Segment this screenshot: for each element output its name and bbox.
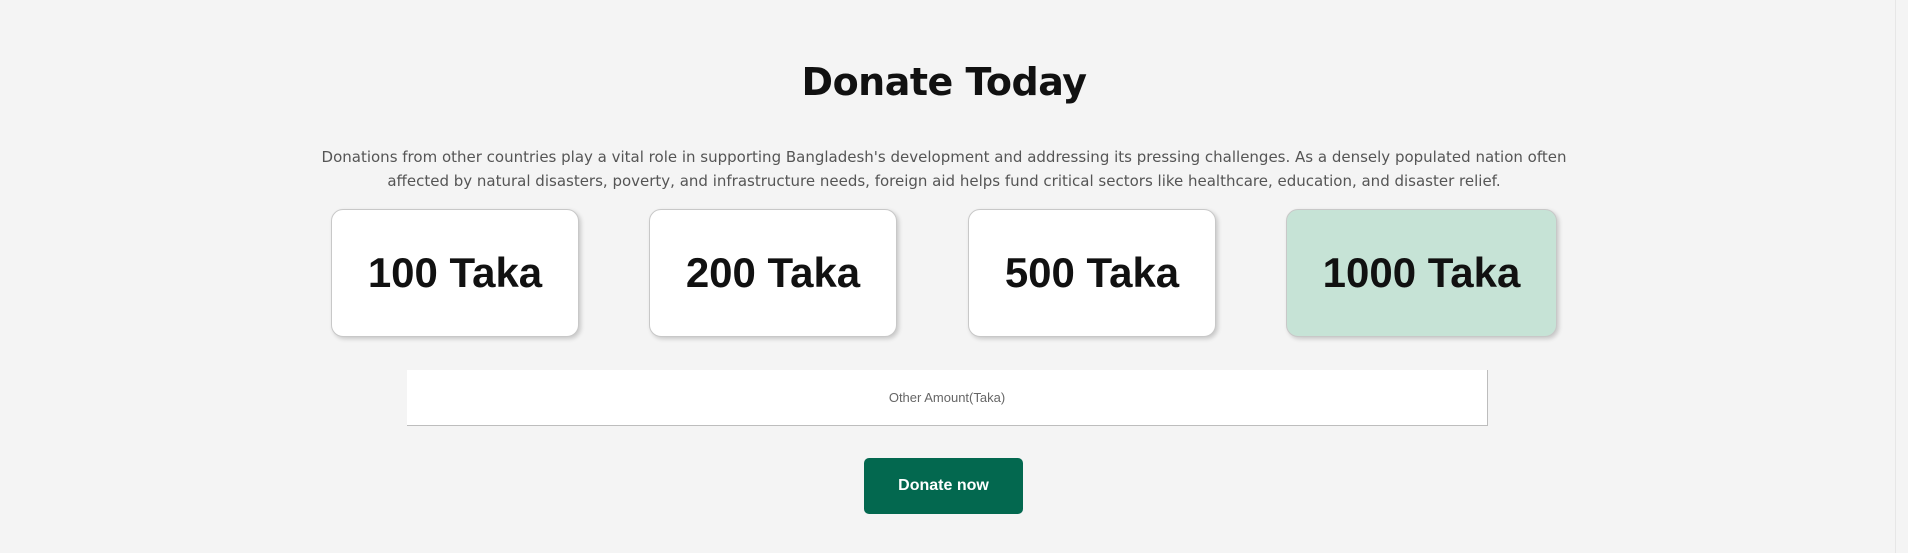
section-title: Donate Today <box>801 60 1087 104</box>
amount-option-1000[interactable]: 1000 Taka <box>1286 209 1557 337</box>
donate-now-button[interactable]: Donate now <box>864 458 1023 514</box>
amount-option-100[interactable]: 100 Taka <box>331 209 579 337</box>
other-amount-input[interactable] <box>407 370 1488 426</box>
page-scrollbar[interactable] <box>1895 0 1908 553</box>
amount-options: 100 Taka 200 Taka 500 Taka 1000 Taka <box>0 209 1888 339</box>
donate-section: Donate Today Donations from other countr… <box>0 0 1908 553</box>
section-description: Donations from other countries play a vi… <box>321 148 1567 190</box>
amount-option-500[interactable]: 500 Taka <box>968 209 1216 337</box>
amount-option-200[interactable]: 200 Taka <box>649 209 897 337</box>
